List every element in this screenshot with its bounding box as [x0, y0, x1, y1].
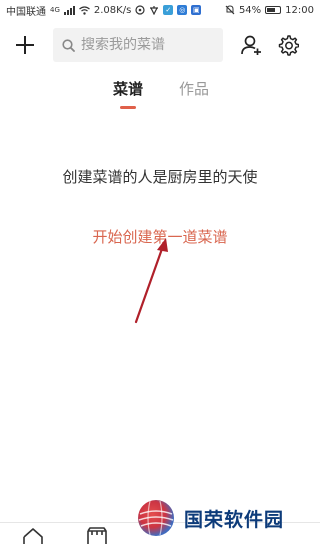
- home-icon[interactable]: [22, 527, 44, 544]
- network-type: 4G: [50, 6, 60, 14]
- top-bar: [0, 26, 320, 64]
- watermark-logo-icon: [138, 500, 174, 536]
- status-bar: 中国联通 4G 2.08K/s ✓ ◎ ▣ 54% 12:00: [0, 0, 320, 20]
- create-first-recipe-link[interactable]: 开始创建第一道菜谱: [0, 226, 320, 247]
- app-notification-icon: [150, 6, 159, 15]
- signal-icon: [63, 5, 75, 15]
- store-app-icon: ▣: [191, 5, 202, 15]
- wifi-icon: [79, 5, 90, 15]
- add-friend-icon[interactable]: [240, 34, 262, 56]
- search-box[interactable]: [53, 28, 223, 62]
- network-speed: 2.08K/s: [93, 4, 132, 16]
- watermark: 国荣软件园: [136, 498, 284, 538]
- browser-app-icon: ◎: [177, 5, 188, 15]
- status-left: 中国联通 4G 2.08K/s ✓ ◎ ▣: [6, 3, 202, 18]
- tab-indicator: [120, 106, 136, 109]
- tab-bar: 菜谱 作品: [0, 78, 320, 112]
- tab-recipes[interactable]: 菜谱: [113, 78, 143, 99]
- gear-icon[interactable]: [277, 34, 299, 56]
- status-right: 54% 12:00: [225, 5, 314, 16]
- carrier-name: 中国联通: [6, 6, 46, 18]
- watermark-text: 国荣软件园: [184, 508, 285, 531]
- add-icon[interactable]: [14, 34, 36, 56]
- mute-icon: [225, 5, 235, 15]
- clock: 12:00: [285, 4, 314, 16]
- tab-works[interactable]: 作品: [179, 78, 209, 99]
- empty-state-text: 创建菜谱的人是厨房里的天使: [62, 168, 258, 186]
- battery-icon: [265, 6, 282, 14]
- battery-percent: 54%: [238, 4, 262, 16]
- search-icon: [62, 38, 75, 52]
- message-icon: [135, 5, 145, 15]
- security-app-icon: ✓: [163, 5, 174, 15]
- store-icon[interactable]: [86, 527, 108, 544]
- search-input[interactable]: [81, 37, 211, 53]
